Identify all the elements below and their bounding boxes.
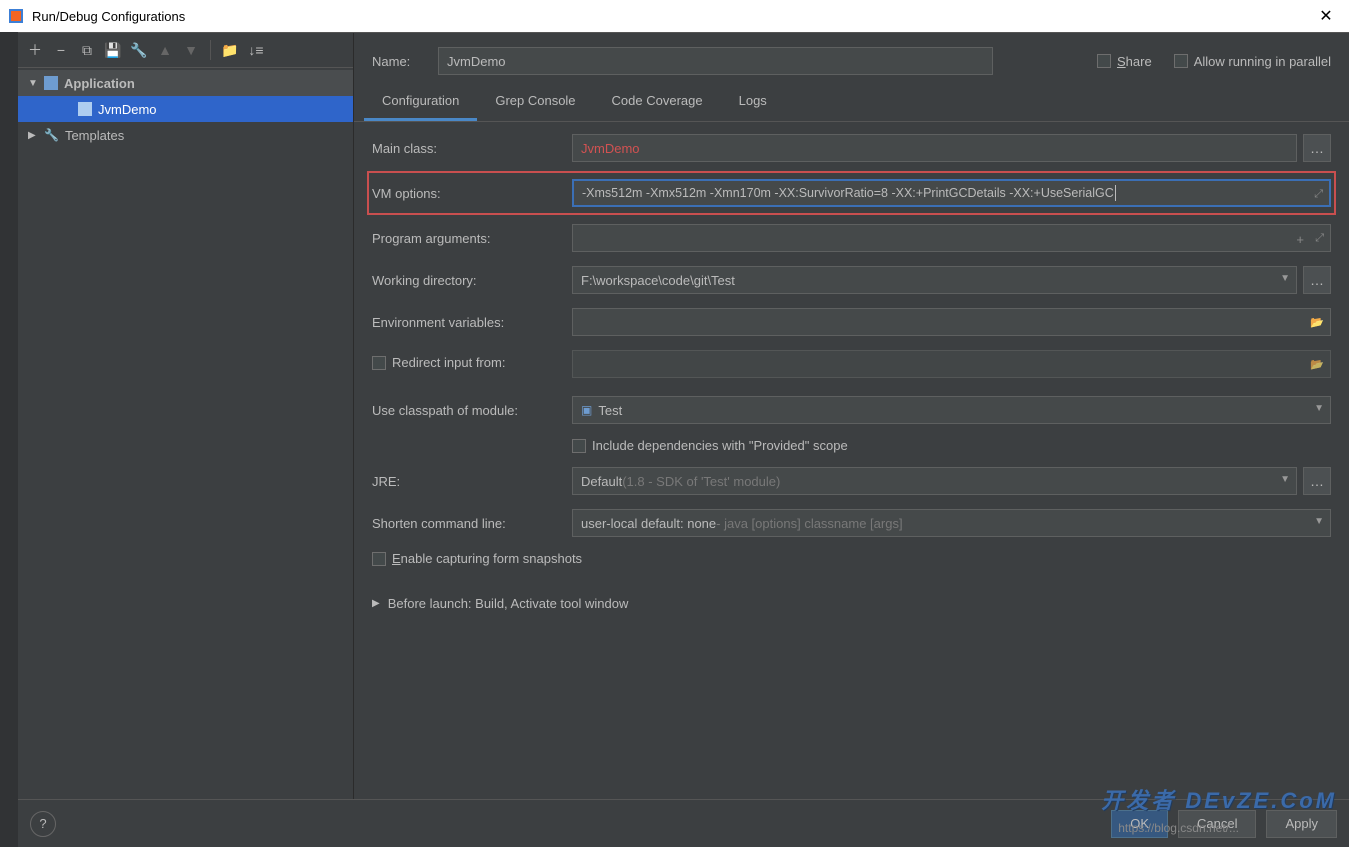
env-vars-input[interactable]: 📂 (572, 308, 1331, 336)
vm-options-highlight: VM options: -Xms512m -Xmx512m -Xmn170m -… (372, 176, 1331, 210)
sort-icon[interactable]: ↓≡ (245, 39, 267, 61)
plus-icon[interactable]: + (1296, 232, 1304, 247)
chevron-right-icon: ▶ (372, 598, 380, 609)
cancel-button[interactable]: Cancel (1178, 810, 1256, 838)
help-button[interactable]: ? (30, 811, 56, 837)
chevron-down-icon: ▼ (1314, 516, 1324, 527)
chevron-down-icon: ▼ (1314, 403, 1324, 414)
name-input[interactable] (438, 47, 993, 75)
close-icon[interactable]: ✕ (1311, 6, 1341, 26)
copy-icon[interactable]: ⧉ (76, 39, 98, 61)
window-title: Run/Debug Configurations (32, 9, 185, 24)
redirect-input-label: Redirect input from: (372, 355, 572, 373)
share-checkbox[interactable]: SSharehare (1097, 54, 1152, 69)
include-provided-checkbox[interactable]: Include dependencies with "Provided" sco… (572, 438, 848, 453)
browse-jre-button[interactable]: … (1303, 467, 1331, 495)
jre-select[interactable]: Default (1.8 - SDK of 'Test' module) ▼ (572, 467, 1297, 495)
add-icon[interactable]: ＋ (24, 39, 46, 61)
tab-configuration[interactable]: Configuration (364, 83, 477, 121)
working-dir-label: Working directory: (372, 273, 572, 288)
redirect-input-checkbox[interactable]: Redirect input from: (372, 355, 505, 370)
application-icon (44, 76, 58, 90)
open-folder-icon[interactable]: 📂 (1310, 316, 1324, 329)
ok-button[interactable]: OK (1111, 810, 1168, 838)
program-args-label: Program arguments: (372, 231, 572, 246)
folder-icon[interactable]: 📁 (219, 39, 241, 61)
enable-snapshots-checkbox[interactable]: Enable capturing form snapshotsEnable ca… (372, 551, 582, 566)
jre-label: JRE: (372, 474, 572, 489)
remove-icon[interactable]: − (50, 39, 72, 61)
save-icon[interactable]: 💾 (102, 39, 124, 61)
main-panel: Name: SSharehare Allow running in parall… (354, 33, 1349, 847)
classpath-label: Use classpath of module: (372, 403, 572, 418)
allow-parallel-checkbox[interactable]: Allow running in parallel (1174, 54, 1331, 69)
apply-button[interactable]: Apply (1266, 810, 1337, 838)
app-icon (8, 8, 24, 24)
program-args-input[interactable]: + ⤢ (572, 224, 1331, 252)
vm-options-label: VM options: (372, 186, 572, 201)
sidebar-toolbar: ＋ − ⧉ 💾 🔧 ▲ ▼ 📁 ↓≡ (18, 33, 353, 68)
before-launch-section[interactable]: ▶ Before launch: Build, Activate tool wi… (372, 596, 1331, 611)
open-folder-icon[interactable]: 📂 (1310, 358, 1324, 371)
tab-grep-console[interactable]: Grep Console (477, 83, 593, 121)
application-icon (78, 102, 92, 116)
tab-code-coverage[interactable]: Code Coverage (594, 83, 721, 121)
shorten-cmd-select[interactable]: user-local default: none - java [options… (572, 509, 1331, 537)
gutter (0, 32, 18, 847)
titlebar: Run/Debug Configurations ✕ (0, 0, 1349, 32)
wrench-icon: 🔧 (44, 128, 59, 142)
config-tree: ▼ Application JvmDemo ▶ 🔧 Templates (18, 68, 353, 847)
name-label: Name: (372, 54, 422, 69)
tree-node-application[interactable]: ▼ Application (18, 70, 353, 96)
env-vars-label: Environment variables: (372, 315, 572, 330)
tab-logs[interactable]: Logs (721, 83, 785, 121)
vm-options-input[interactable]: -Xms512m -Xmx512m -Xmn170m -XX:SurvivorR… (572, 179, 1331, 207)
sidebar: ＋ − ⧉ 💾 🔧 ▲ ▼ 📁 ↓≡ ▼ Application (18, 33, 354, 847)
main-class-label: Main class: (372, 141, 572, 156)
tree-item-jvmdemo[interactable]: JvmDemo (18, 96, 353, 122)
wrench-icon[interactable]: 🔧 (128, 39, 150, 61)
dialog-footer: ? OK Cancel Apply (18, 799, 1349, 847)
module-icon: ▣ (581, 403, 592, 417)
down-icon[interactable]: ▼ (180, 39, 202, 61)
tab-bar: Configuration Grep Console Code Coverage… (354, 83, 1349, 122)
browse-workdir-button[interactable]: … (1303, 266, 1331, 294)
chevron-down-icon: ▼ (28, 78, 38, 89)
chevron-down-icon: ▼ (1280, 273, 1290, 284)
classpath-select[interactable]: ▣ Test ▼ (572, 396, 1331, 424)
shorten-cmd-label: Shorten command line: (372, 516, 572, 531)
chevron-right-icon: ▶ (28, 130, 38, 141)
working-dir-input[interactable]: F:\workspace\code\git\Test ▼ (572, 266, 1297, 294)
expand-icon[interactable]: ⤢ (1315, 232, 1324, 245)
expand-icon[interactable]: ⤢ (1314, 188, 1323, 201)
chevron-down-icon: ▼ (1280, 474, 1290, 485)
main-class-input[interactable]: JvmDemo (572, 134, 1297, 162)
tree-node-templates[interactable]: ▶ 🔧 Templates (18, 122, 353, 148)
browse-main-class-button[interactable]: … (1303, 134, 1331, 162)
redirect-input-field[interactable]: 📂 (572, 350, 1331, 378)
up-icon[interactable]: ▲ (154, 39, 176, 61)
